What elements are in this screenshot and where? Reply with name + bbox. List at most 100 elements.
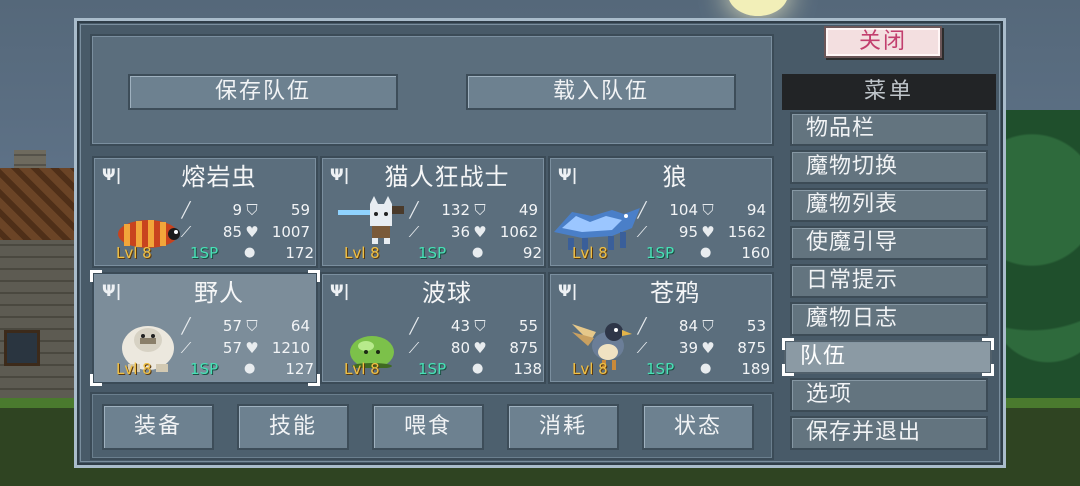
- stat-row: ╱ 84 ⛉ 53: [634, 316, 770, 336]
- menu-item-label: 魔物日志: [806, 306, 899, 331]
- menu-item-label: 物品栏: [806, 116, 876, 141]
- stat-atk: 132: [441, 201, 470, 219]
- stat-hp: 875: [509, 339, 538, 357]
- sword-icon: ╱: [181, 317, 191, 335]
- stat-mag: 57: [222, 339, 242, 357]
- food-bag-icon: ●: [700, 361, 712, 376]
- menu-item-label: 魔物列表: [806, 192, 899, 217]
- stat-row: ⟋ 80 ♥ 875: [406, 338, 542, 358]
- consume-button[interactable]: 消耗: [507, 404, 619, 450]
- skills-button[interactable]: 技能: [237, 404, 349, 450]
- stat-atk: 43: [450, 317, 470, 335]
- sword-icon: ╱: [637, 317, 647, 335]
- staff-icon: ⟋: [180, 223, 192, 241]
- party-card[interactable]: Ψ| 猫人狂战士 ╱ 132 ⛉ 49 ⟋ 36 ♥ 1062 Lvl 8 1SP ● 92: [320, 156, 546, 268]
- sword-icon: ╱: [181, 201, 191, 219]
- shield-icon: ⛉: [246, 317, 258, 335]
- stat-def: 49: [518, 201, 538, 219]
- house-window: [4, 330, 40, 366]
- stat-def: 59: [290, 201, 310, 219]
- menu-item[interactable]: 魔物列表: [790, 188, 988, 222]
- menu-item[interactable]: 队伍: [782, 338, 994, 376]
- menu-item[interactable]: 物品栏: [790, 112, 988, 146]
- fork-knife-icon: Ψ|: [102, 281, 122, 300]
- level-label: Lvl 8: [116, 360, 152, 378]
- monster-name: 野人: [194, 279, 244, 307]
- menu-item-label: 选项: [806, 382, 853, 407]
- house-wall: [0, 240, 76, 400]
- monster-name: 熔岩虫: [181, 163, 257, 191]
- stat-atk: 9: [232, 201, 242, 219]
- party-card[interactable]: Ψ| 狼 ╱ 104 ⛉ 94 ⟋ 95 ♥ 1562 Lvl 8 1SP ● 160: [548, 156, 774, 268]
- party-card[interactable]: Ψ| 苍鸦 ╱ 84 ⛉ 53 ⟋ 39 ♥ 875 Lvl 8 1SP ● 189: [548, 272, 774, 384]
- load-team-button[interactable]: 载入队伍: [466, 74, 736, 110]
- shield-icon: ⛉: [702, 317, 714, 335]
- stat-row: ╱ 9 ⛉ 59: [178, 200, 314, 220]
- monster-name: 狼: [662, 163, 688, 191]
- menu-item[interactable]: 日常提示: [790, 264, 988, 298]
- skill-points: 1SP: [418, 360, 447, 378]
- food-value: 127: [285, 360, 314, 378]
- stat-row: ⟋ 57 ♥ 1210: [178, 338, 314, 358]
- food-value: 138: [513, 360, 542, 378]
- food-value: 172: [285, 244, 314, 262]
- action-bar: 装备 技能 喂食 消耗 状态: [90, 392, 774, 460]
- staff-icon: ⟋: [180, 339, 192, 357]
- monster-sprite-cat-berserker: [336, 194, 406, 244]
- food-bag-icon: ●: [700, 245, 712, 260]
- shield-icon: ⛉: [474, 201, 486, 219]
- heart-icon: ♥: [245, 339, 259, 357]
- food-bag-icon: ●: [244, 361, 256, 376]
- food-value: 160: [741, 244, 770, 262]
- selection-corner: [90, 270, 102, 282]
- stat-atk: 84: [678, 317, 698, 335]
- selection-corner: [982, 338, 994, 350]
- monster-name: 猫人狂战士: [384, 163, 510, 191]
- sword-icon: ╱: [409, 317, 419, 335]
- sword-icon: ╱: [409, 201, 419, 219]
- party-card[interactable]: Ψ| 熔岩虫 ╱ 9 ⛉ 59 ⟋ 85 ♥ 1007 Lvl 8 1SP ● 172: [92, 156, 318, 268]
- equip-button[interactable]: 装备: [102, 404, 214, 450]
- heart-icon: ♥: [473, 339, 487, 357]
- stat-row: ╱ 132 ⛉ 49: [406, 200, 542, 220]
- skill-points: 1SP: [646, 360, 675, 378]
- heart-icon: ♥: [473, 223, 487, 241]
- stat-row: ╱ 57 ⛉ 64: [178, 316, 314, 336]
- level-label: Lvl 8: [344, 360, 380, 378]
- shield-icon: ⛉: [246, 201, 258, 219]
- menu-item[interactable]: 魔物切换: [790, 150, 988, 184]
- staff-icon: ⟋: [408, 223, 420, 241]
- shield-icon: ⛉: [702, 201, 714, 219]
- menu-item[interactable]: 选项: [790, 378, 988, 412]
- staff-icon: ⟋: [636, 339, 648, 357]
- selection-corner: [90, 374, 102, 386]
- food-bag-icon: ●: [472, 245, 484, 260]
- stat-hp: 875: [737, 339, 766, 357]
- stat-def: 53: [746, 317, 766, 335]
- stat-row: ╱ 104 ⛉ 94: [634, 200, 770, 220]
- feed-button[interactable]: 喂食: [372, 404, 484, 450]
- menu-item[interactable]: 保存并退出: [790, 416, 988, 450]
- stat-mag: 80: [450, 339, 470, 357]
- selection-corner: [782, 364, 794, 376]
- stat-def: 94: [746, 201, 766, 219]
- close-button[interactable]: 关闭: [824, 26, 942, 58]
- stat-mag: 39: [678, 339, 698, 357]
- menu-item[interactable]: 使魔引导: [790, 226, 988, 260]
- fork-knife-icon: Ψ|: [330, 281, 350, 300]
- shield-icon: ⛉: [474, 317, 486, 335]
- stat-mag: 36: [450, 223, 470, 241]
- menu-item[interactable]: 魔物日志: [790, 302, 988, 336]
- monster-name: 苍鸦: [650, 279, 700, 307]
- stat-hp: 1062: [499, 223, 538, 241]
- stat-atk: 104: [669, 201, 698, 219]
- save-team-button[interactable]: 保存队伍: [128, 74, 398, 110]
- house-roof: [0, 168, 76, 248]
- heart-icon: ♥: [245, 223, 259, 241]
- skill-points: 1SP: [646, 244, 675, 262]
- status-button[interactable]: 状态: [642, 404, 754, 450]
- stat-mag: 95: [678, 223, 698, 241]
- team-save-load-panel: 保存队伍 载入队伍: [90, 34, 774, 146]
- party-card[interactable]: Ψ| 野人 ╱ 57 ⛉ 64 ⟋ 57 ♥ 1210 Lvl 8 1SP ● 127: [90, 270, 320, 386]
- party-card[interactable]: Ψ| 波球 ╱ 43 ⛉ 55 ⟋ 80 ♥ 875 Lvl 8 1SP ● 138: [320, 272, 546, 384]
